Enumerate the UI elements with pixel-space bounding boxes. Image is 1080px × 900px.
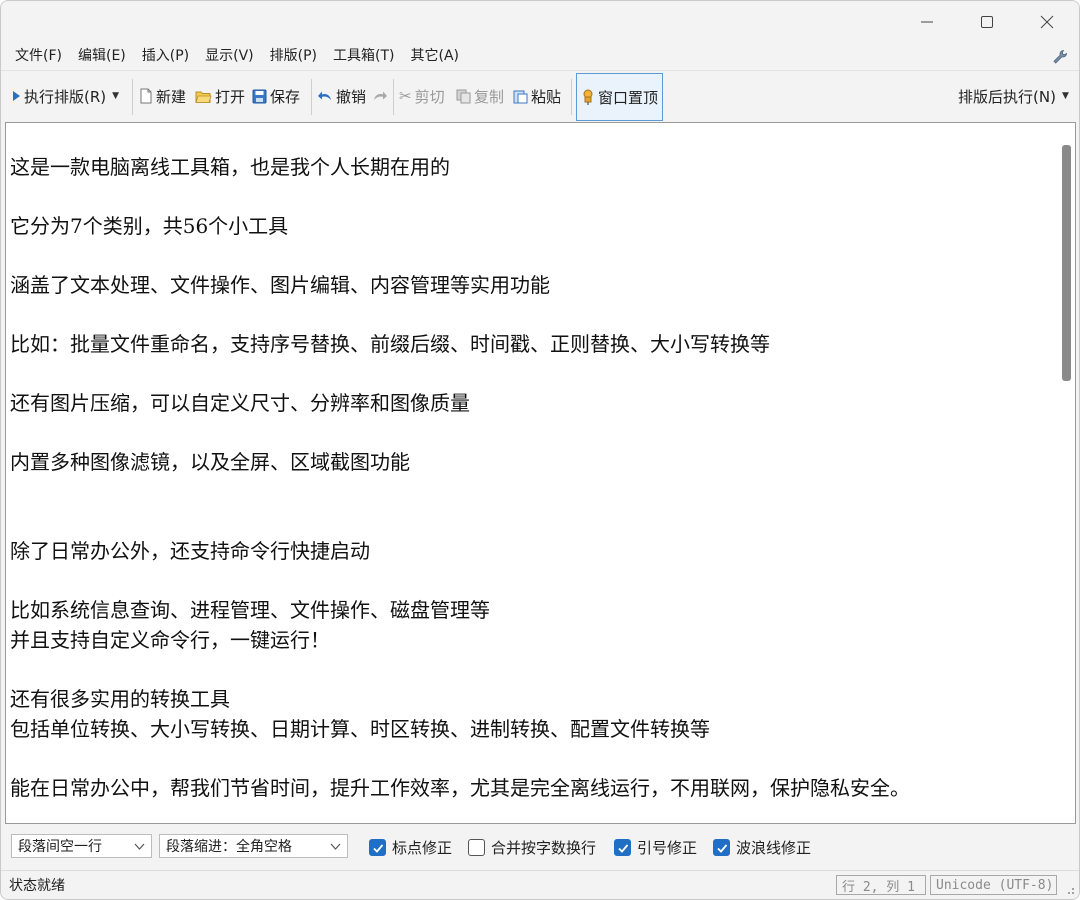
editor-line: 并且支持自定义命令行，一键运行！ bbox=[10, 628, 330, 652]
scrollbar-thumb[interactable] bbox=[1062, 145, 1071, 381]
chevron-down-icon bbox=[330, 843, 341, 850]
menu-file[interactable]: 文件(F) bbox=[7, 43, 70, 70]
run-format-label: 执行排版(R) bbox=[24, 87, 107, 106]
paragraph-indent-select[interactable]: 段落缩进：全角空格 bbox=[159, 834, 348, 858]
checkbox-unchecked-icon[interactable] bbox=[468, 839, 485, 856]
cut-button[interactable]: ✂ 剪切 bbox=[399, 71, 445, 121]
status-text: 状态就绪 bbox=[9, 878, 65, 894]
paragraph-spacing-value: 段落间空一行 bbox=[18, 839, 102, 855]
status-bar: 状态就绪 行 2, 列 1 Unicode (UTF-8) bbox=[1, 870, 1079, 899]
cut-label: 剪切 bbox=[414, 87, 445, 106]
wrench-icon[interactable] bbox=[1051, 48, 1069, 66]
new-file-icon bbox=[140, 88, 152, 104]
scissors-icon: ✂ bbox=[399, 87, 412, 105]
undo-icon bbox=[318, 91, 331, 100]
vertical-scrollbar[interactable] bbox=[1058, 123, 1075, 823]
open-label: 打开 bbox=[215, 87, 246, 106]
chevron-down-icon[interactable]: ▼ bbox=[112, 91, 119, 101]
menu-edit[interactable]: 编辑(E) bbox=[70, 43, 134, 70]
editor-line: 比如：批量文件重命名，支持序号替换、前缀后缀、时间戳、正则替换、大小写转换等 bbox=[10, 332, 770, 356]
quote-fix-checkbox[interactable]: 引号修正 bbox=[614, 837, 697, 858]
menu-bar: 文件(F) 编辑(E) 插入(P) 显示(V) 排版(P) 工具箱(T) 其它(… bbox=[1, 43, 1079, 70]
after-format-dropdown[interactable]: 排版后执行(N) ▼ bbox=[958, 71, 1069, 121]
encoding-indicator: Unicode (UTF-8) bbox=[930, 875, 1057, 895]
editor-line: 还有图片压缩，可以自定义尺寸、分辨率和图像质量 bbox=[10, 391, 470, 415]
editor-line: 还有很多实用的转换工具 bbox=[10, 687, 230, 711]
save-button[interactable]: 保存 bbox=[252, 71, 300, 121]
toolbar-divider bbox=[571, 79, 572, 115]
app-window: 文件(F) 编辑(E) 插入(P) 显示(V) 排版(P) 工具箱(T) 其它(… bbox=[0, 0, 1080, 900]
paste-label: 粘贴 bbox=[531, 87, 562, 106]
open-button[interactable]: 打开 bbox=[195, 71, 245, 121]
options-bar: 段落间空一行 段落缩进：全角空格 标点修正 合并按字数换行 引号修正 波浪线修正 bbox=[1, 824, 1079, 870]
editor-line: 包括单位转换、大小写转换、日期计算、时区转换、进制转换、配置文件转换等 bbox=[10, 717, 710, 741]
menu-other[interactable]: 其它(A) bbox=[403, 43, 468, 70]
punctuation-fix-label: 标点修正 bbox=[392, 839, 453, 857]
toolbar-divider bbox=[311, 79, 312, 115]
checkbox-checked-icon[interactable] bbox=[369, 839, 386, 856]
new-label: 新建 bbox=[156, 87, 187, 106]
folder-icon bbox=[195, 91, 212, 103]
toolbar-divider bbox=[132, 79, 133, 115]
menu-format[interactable]: 排版(P) bbox=[262, 43, 325, 70]
new-button[interactable]: 新建 bbox=[139, 71, 186, 121]
pin-icon bbox=[583, 89, 593, 105]
maximize-icon bbox=[981, 16, 993, 28]
cursor-position: 行 2, 列 1 bbox=[836, 875, 926, 895]
close-button[interactable] bbox=[1017, 1, 1077, 43]
menu-toolbox[interactable]: 工具箱(T) bbox=[325, 43, 402, 70]
paragraph-indent-value: 段落缩进：全角空格 bbox=[166, 839, 292, 855]
editor-line: 比如系统信息查询、进程管理、文件操作、磁盘管理等 bbox=[10, 598, 490, 622]
resize-grip-icon[interactable] bbox=[1065, 885, 1075, 895]
play-icon bbox=[13, 91, 20, 101]
paragraph-spacing-select[interactable]: 段落间空一行 bbox=[11, 834, 152, 858]
quote-fix-label: 引号修正 bbox=[637, 839, 698, 857]
chevron-down-icon: ▼ bbox=[1061, 91, 1069, 101]
maximize-button[interactable] bbox=[957, 1, 1017, 43]
merge-wrap-checkbox[interactable]: 合并按字数换行 bbox=[468, 837, 596, 858]
after-format-label: 排版后执行(N) bbox=[958, 87, 1056, 106]
editor-line: 涵盖了文本处理、文件操作、图片编辑、内容管理等实用功能 bbox=[10, 273, 550, 297]
editor-line: 除了日常办公外，还支持命令行快捷启动 bbox=[10, 539, 370, 563]
toolbar-divider bbox=[393, 79, 394, 115]
pin-window-label: 窗口置顶 bbox=[597, 88, 658, 107]
merge-wrap-label: 合并按字数换行 bbox=[491, 839, 597, 857]
minimize-icon bbox=[921, 21, 933, 23]
redo-button[interactable] bbox=[372, 71, 391, 121]
checkbox-checked-icon[interactable] bbox=[614, 839, 631, 856]
tilde-fix-label: 波浪线修正 bbox=[736, 839, 812, 857]
editor-line: 内置多种图像滤镜，以及全屏、区域截图功能 bbox=[10, 450, 410, 474]
save-label: 保存 bbox=[270, 87, 301, 106]
minimize-button[interactable] bbox=[897, 1, 957, 43]
editor-line: 这是一款电脑离线工具箱，也是我个人长期在用的 bbox=[10, 155, 450, 179]
paste-icon bbox=[513, 90, 528, 103]
copy-icon bbox=[456, 89, 471, 103]
chevron-down-icon bbox=[134, 843, 145, 850]
text-editor[interactable]: 这是一款电脑离线工具箱，也是我个人长期在用的 它分为7个类别，共56个小工具 涵… bbox=[5, 122, 1076, 824]
redo-icon bbox=[374, 91, 387, 100]
menu-insert[interactable]: 插入(P) bbox=[134, 43, 197, 70]
close-icon bbox=[1040, 15, 1054, 29]
punctuation-fix-checkbox[interactable]: 标点修正 bbox=[369, 837, 452, 858]
run-format-button[interactable]: 执行排版(R) ▼ bbox=[11, 71, 119, 121]
toolbar: 执行排版(R) ▼ 新建 打开 保存 撤销 ✂ 剪切 复制 粘贴 窗口置顶 排版… bbox=[1, 70, 1079, 122]
menu-view[interactable]: 显示(V) bbox=[197, 43, 262, 70]
tilde-fix-checkbox[interactable]: 波浪线修正 bbox=[713, 837, 811, 858]
copy-button[interactable]: 复制 bbox=[456, 71, 504, 121]
undo-button[interactable]: 撤销 bbox=[317, 71, 366, 121]
title-bar[interactable] bbox=[1, 1, 1079, 43]
checkbox-checked-icon[interactable] bbox=[713, 839, 730, 856]
undo-label: 撤销 bbox=[336, 87, 367, 106]
pin-window-button[interactable]: 窗口置顶 bbox=[576, 73, 663, 121]
editor-line: 它分为7个类别，共56个小工具 bbox=[10, 214, 289, 238]
editor-line: 能在日常办公中，帮我们节省时间，提升工作效率，尤其是完全离线运行，不用联网，保护… bbox=[10, 776, 910, 800]
save-icon bbox=[252, 89, 267, 103]
paste-button[interactable]: 粘贴 bbox=[513, 71, 561, 121]
copy-label: 复制 bbox=[474, 87, 505, 106]
